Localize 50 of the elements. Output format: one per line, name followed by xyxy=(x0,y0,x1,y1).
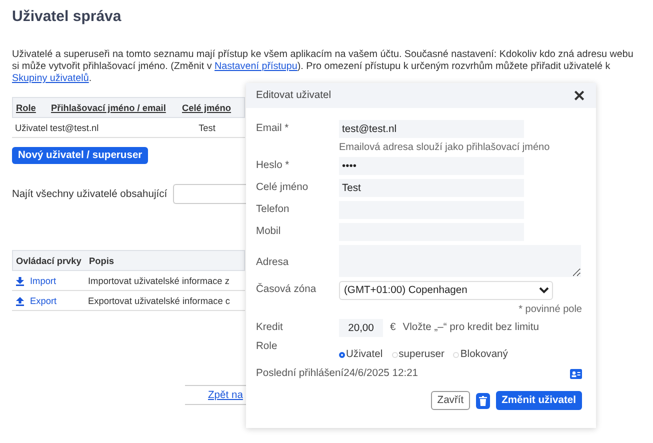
contact-card-icon[interactable] xyxy=(570,368,582,378)
column-header[interactable]: Přihlašovací jméno / email xyxy=(51,102,175,112)
field-label: Časová zóna xyxy=(256,282,318,295)
field-label: Celé jméno xyxy=(256,181,310,193)
input-field[interactable]: test@test.nl xyxy=(339,120,524,138)
input-field[interactable]: •••• xyxy=(339,157,524,175)
field-hint: Emailová adresa slouží jako přihlašovací jméno xyxy=(339,142,551,153)
currency-label: € xyxy=(390,322,396,333)
page-title: Uživatel správa xyxy=(12,8,122,25)
close-button[interactable]: ✕ xyxy=(573,86,586,104)
column-header[interactable]: Role xyxy=(16,102,44,112)
field-label: Heslo * xyxy=(256,159,290,171)
required-note: * povinné pole xyxy=(518,304,582,315)
column-header: Popis xyxy=(89,256,116,266)
field-label: Email * xyxy=(256,122,290,134)
role-radio[interactable]: Blokovaný xyxy=(453,341,508,360)
control-link[interactable]: Export xyxy=(15,296,81,306)
search-label: Najít všechny uživatelé obsahující xyxy=(12,188,168,200)
field-label: Mobil xyxy=(256,225,282,237)
timezone-select[interactable]: (GMT+01:00) Copenhagen xyxy=(339,281,553,300)
back-link[interactable]: Zpět na xyxy=(208,390,243,401)
access-settings-link[interactable]: Nastavení přístupu xyxy=(214,61,298,72)
field-label: Role xyxy=(256,341,278,352)
field-label: Kredit xyxy=(256,321,284,333)
new-user-button[interactable]: Nový uživatel / superuser xyxy=(12,147,148,164)
dialog-title: Editovat uživatel xyxy=(256,90,331,101)
role-radio[interactable]: Uživatel xyxy=(339,341,383,360)
change-user-button[interactable]: Změnit uživatel xyxy=(496,391,582,410)
download-icon xyxy=(15,276,25,286)
column-header: Ovládací prvky xyxy=(16,256,82,266)
table-cell-text: test@test.nl xyxy=(50,122,100,132)
delete-button[interactable] xyxy=(476,392,490,408)
credit-hint: Vložte „–“ pro kredit bez limitu xyxy=(402,321,539,333)
upload-icon xyxy=(15,296,25,306)
table-cell-text: Exportovat uživatelské informace c xyxy=(88,296,231,306)
credit-field[interactable]: 20,00 xyxy=(339,319,383,337)
column-header[interactable]: Celé jméno xyxy=(182,102,234,112)
input-field[interactable]: Test xyxy=(339,179,524,197)
intro-text: Uživatelé a superuseři na tomto seznamu mají přístup ke všem aplikacím na vašem účtu. Současné nastavení: Kdokoliv kdo zná adresu webu si může vytvořit přihlašovací jméno. (Změnit v Nastavení přístupu). Pro omezení přístupu k určeným rozvrhům můžete přiřadit uživatelé k Skupiny uživatelů. xyxy=(12,49,634,85)
table-cell-text: Importovat uživatelské informace z xyxy=(88,276,230,286)
control-link[interactable]: Import xyxy=(15,276,81,286)
user-groups-link[interactable]: Skupiny uživatelů xyxy=(12,73,89,84)
trash-icon xyxy=(478,396,487,406)
field-label: Telefon xyxy=(256,203,290,215)
close-dialog-button[interactable]: Zavřít xyxy=(431,391,470,410)
last-login-text: Poslední přihlášení24/6/2025 12:21 xyxy=(256,368,418,379)
address-field[interactable] xyxy=(339,245,581,277)
role-radio[interactable]: superuser xyxy=(392,341,444,360)
field-label: Adresa xyxy=(256,256,290,268)
table-cell-text: Test xyxy=(198,122,216,132)
